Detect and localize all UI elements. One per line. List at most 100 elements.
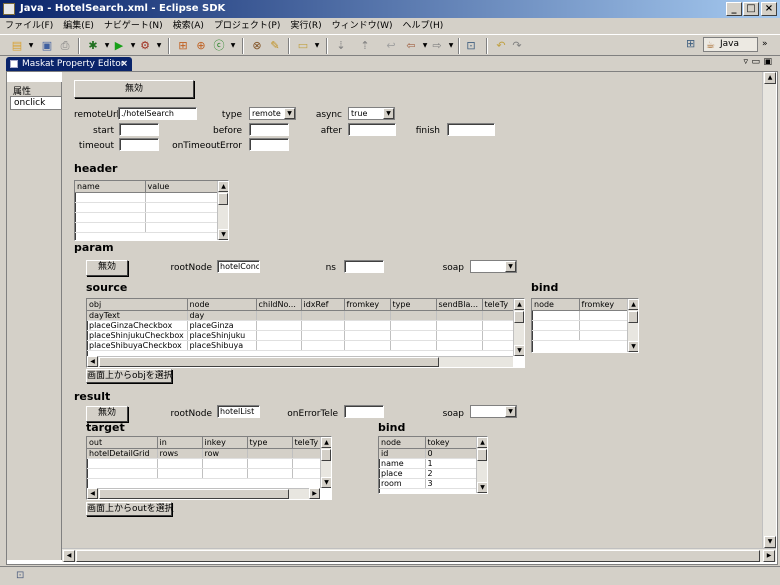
perspective-java-button[interactable]: ☕ Java [703, 37, 758, 52]
scroll-left-icon[interactable]: ◀ [63, 550, 75, 562]
scroll-thumb[interactable] [218, 193, 228, 205]
param-bind-table[interactable]: node fromkey ▲ ▼ [531, 298, 639, 353]
table-row[interactable]: placeShinjukuCheckbox placeShinjuku [87, 330, 515, 341]
new-icon[interactable]: ▤ [10, 39, 24, 53]
print-icon[interactable]: ⎙ [58, 39, 72, 53]
forward-icon[interactable]: ⇨ [430, 39, 444, 53]
fast-view-icon[interactable]: ⊡ [16, 570, 24, 581]
header-table[interactable]: name value ▲ ▼ [74, 180, 229, 241]
column-header[interactable]: sendBla... [436, 299, 483, 311]
on-timeout-error-field[interactable] [249, 138, 289, 151]
scroll-down-icon[interactable]: ▼ [477, 482, 487, 493]
column-header[interactable]: teleTy [292, 437, 322, 449]
horizontal-scrollbar[interactable]: ◀ ▶ [87, 488, 320, 499]
type-select[interactable]: remote ▼ [249, 107, 296, 120]
menu-run[interactable]: 実行(R) [285, 18, 326, 34]
param-root-node-field[interactable]: hotelConc [217, 260, 260, 273]
scroll-up-icon[interactable]: ▲ [218, 181, 228, 192]
column-header[interactable]: node [379, 437, 426, 449]
scroll-right-icon[interactable]: ▶ [309, 488, 320, 499]
column-header[interactable]: obj [87, 299, 188, 311]
scroll-down-icon[interactable]: ▼ [321, 477, 331, 488]
after-field[interactable] [348, 123, 396, 136]
forward-dropdown-icon[interactable]: ▼ [444, 39, 458, 53]
start-field[interactable] [119, 123, 159, 136]
table-row[interactable]: hotelDetailGrid rows row [87, 448, 322, 459]
param-disable-button[interactable]: 無効 [86, 260, 128, 276]
column-header[interactable]: node [532, 299, 580, 311]
param-ns-field[interactable] [344, 260, 384, 273]
scroll-left-icon[interactable]: ◀ [87, 356, 98, 367]
column-header[interactable]: in [157, 437, 203, 449]
open-folder-dropdown-icon[interactable]: ▼ [310, 39, 324, 53]
timeout-field[interactable] [119, 138, 159, 151]
column-header[interactable]: out [87, 437, 158, 449]
search-icon[interactable]: ✎ [268, 39, 282, 53]
column-header[interactable]: idxRef [301, 299, 345, 311]
menu-file[interactable]: ファイル(F) [0, 18, 58, 34]
run-icon[interactable]: ▶ [112, 39, 126, 53]
undo-icon[interactable]: ↶ [494, 39, 508, 53]
pin-editor-icon[interactable]: ⊡ [464, 39, 478, 53]
column-header[interactable]: value [145, 181, 219, 193]
select-obj-from-screen-button[interactable]: 画面上からobjを選択 [86, 369, 173, 383]
chevron-down-icon[interactable]: ▼ [284, 108, 295, 119]
column-header[interactable]: inkey [202, 437, 248, 449]
remote-url-field[interactable]: ./hotelSearch [118, 107, 197, 120]
table-row[interactable]: placeGinzaCheckbox placeGinza [87, 320, 515, 331]
source-table[interactable]: obj node childNo... idxRef fromkey type … [86, 298, 525, 368]
menu-navigate[interactable]: ナビゲート(N) [99, 18, 168, 34]
scroll-up-icon[interactable]: ▲ [321, 437, 331, 448]
table-row[interactable]: id 0 [379, 448, 478, 459]
table-row[interactable]: room 3 [379, 478, 478, 489]
open-type-icon[interactable]: ⊗ [250, 39, 264, 53]
menu-help[interactable]: ヘルプ(H) [398, 18, 449, 34]
new-package-icon[interactable]: ⊕ [194, 39, 208, 53]
next-annotation-icon[interactable]: ⇣ [334, 39, 348, 53]
scroll-down-icon[interactable]: ▼ [514, 345, 524, 356]
table-row[interactable]: name 1 [379, 458, 478, 469]
open-folder-icon[interactable]: ▭ [296, 39, 310, 53]
before-field[interactable] [249, 123, 289, 136]
target-table[interactable]: out in inkey type teleTy hotelDetailGrid… [86, 436, 332, 500]
chevron-down-icon[interactable]: ▼ [505, 261, 516, 272]
chevron-down-icon[interactable]: ▼ [505, 406, 516, 417]
external-tools-icon[interactable]: ⚙ [138, 39, 152, 53]
back-icon[interactable]: ⇦ [404, 39, 418, 53]
scroll-down-icon[interactable]: ▼ [628, 341, 638, 352]
maximize-view-icon[interactable]: ▣ [763, 57, 772, 67]
scroll-up-icon[interactable]: ▲ [628, 299, 638, 310]
scroll-thumb[interactable] [514, 311, 524, 323]
save-icon[interactable]: ▣ [40, 39, 54, 53]
column-header[interactable]: type [247, 437, 293, 449]
result-bind-table[interactable]: node tokey id 0 name 1 place 2 room 3 ▲ ▼ [378, 436, 488, 494]
scroll-thumb[interactable] [477, 449, 487, 461]
editor-vertical-scrollbar[interactable]: ▲ ▼ [762, 72, 776, 548]
scroll-down-icon[interactable]: ▼ [218, 229, 228, 240]
column-header[interactable]: tokey [425, 437, 478, 449]
scroll-up-icon[interactable]: ▲ [514, 299, 524, 310]
horizontal-scrollbar[interactable]: ◀ [87, 356, 513, 367]
scroll-thumb[interactable] [99, 357, 439, 367]
scroll-thumb[interactable] [99, 489, 289, 499]
disable-button[interactable]: 無効 [74, 80, 194, 98]
table-row[interactable]: place 2 [379, 468, 478, 479]
on-error-tele-field[interactable] [344, 405, 384, 418]
table-row[interactable]: placeShibuyaCheckbox placeShibuya [87, 340, 515, 351]
redo-icon[interactable]: ↷ [510, 39, 524, 53]
chevron-down-icon[interactable]: ▼ [383, 108, 394, 119]
column-header[interactable]: teleTy [482, 299, 515, 311]
vertical-scrollbar[interactable]: ▲ ▼ [476, 437, 487, 493]
new-java-project-icon[interactable]: ⊞ [176, 39, 190, 53]
maximize-button[interactable]: □ [743, 2, 759, 16]
external-tools-dropdown-icon[interactable]: ▼ [152, 39, 166, 53]
result-root-node-field[interactable]: hotelList [217, 405, 260, 418]
vertical-scrollbar[interactable]: ▲ ▼ [320, 437, 331, 488]
minimize-view-icon[interactable]: ▭ [751, 57, 760, 67]
scroll-thumb[interactable] [628, 311, 638, 323]
finish-field[interactable] [447, 123, 495, 136]
column-header[interactable]: fromkey [344, 299, 391, 311]
minimize-button[interactable]: _ [726, 2, 742, 16]
menu-search[interactable]: 検索(A) [168, 18, 209, 34]
new-class-dropdown-icon[interactable]: ▼ [226, 39, 240, 53]
